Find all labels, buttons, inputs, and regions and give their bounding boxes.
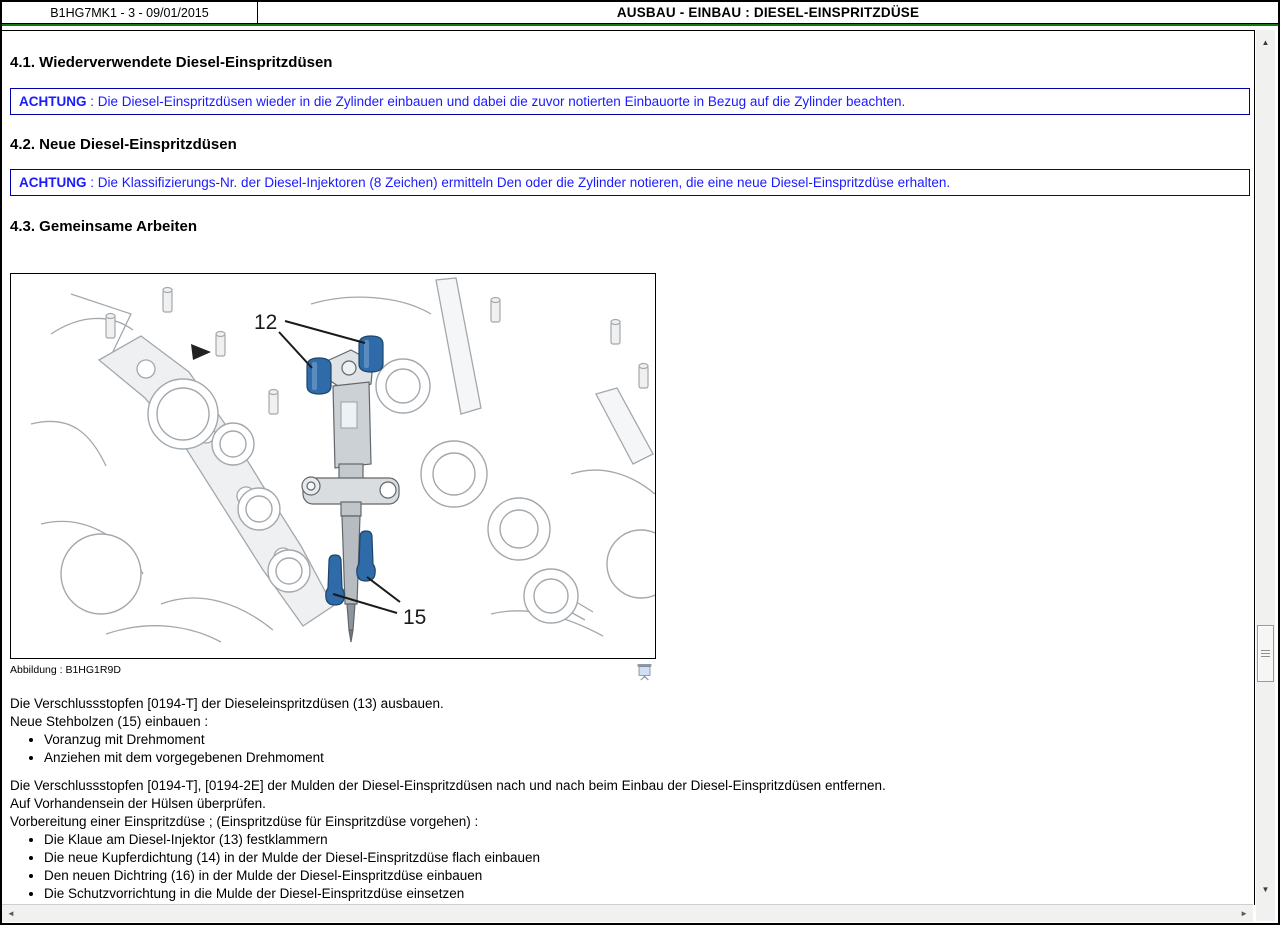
list-item: Die Klaue am Diesel-Injektor (13) festkl… bbox=[44, 831, 1254, 849]
warning-separator: : bbox=[87, 94, 98, 109]
paragraph: Die Verschlussstopfen [0194-T], [0194-2E… bbox=[10, 777, 1254, 795]
engine-illustration: 12 15 bbox=[11, 274, 655, 658]
warning-label: ACHTUNG bbox=[19, 175, 87, 190]
figure-engine-injector: 12 15 bbox=[10, 273, 656, 659]
figure-caption: Abbildung : B1HG1R9D bbox=[10, 663, 121, 677]
list-item: Den neuen Dichtring (16) in der Mulde de… bbox=[44, 867, 1254, 885]
document-pane: 4.1. Wiederverwendete Diesel-Einspritzdü… bbox=[2, 30, 1255, 905]
paragraph: Neue Stehbolzen (15) einbauen : bbox=[10, 713, 1254, 731]
engine-flag-detail bbox=[191, 344, 211, 360]
paragraph: Auf Vorhandensein der Hülsen überprüfen. bbox=[10, 795, 1254, 813]
warning-label: ACHTUNG bbox=[19, 94, 87, 109]
warning-text: Die Klassifizierungs-Nr. der Diesel-Inje… bbox=[98, 175, 950, 190]
page-title: AUSBAU - EINBAU : DIESEL-EINSPRITZDÜSE bbox=[258, 2, 1278, 23]
vertical-scrollbar[interactable]: ▲ ▼ bbox=[1256, 30, 1275, 921]
section-heading-4-2: 4.2. Neue Diesel-Einspritzdüsen bbox=[10, 136, 1254, 153]
list-item: Voranzug mit Drehmoment bbox=[44, 731, 1254, 749]
projector-screen-icon[interactable] bbox=[636, 663, 654, 686]
scroll-up-arrow-icon[interactable]: ▲ bbox=[1256, 38, 1275, 48]
warning-text: Die Diesel-Einspritzdüsen wieder in die … bbox=[98, 94, 906, 109]
document-reference: B1HG7MK1 - 3 - 09/01/2015 bbox=[2, 2, 258, 23]
callout-label-15: 15 bbox=[403, 606, 426, 629]
section-heading-4-3: 4.3. Gemeinsame Arbeiten bbox=[10, 218, 1254, 235]
scroll-down-arrow-icon[interactable]: ▼ bbox=[1256, 885, 1275, 895]
paragraph: Die Verschlussstopfen [0194-T] der Diese… bbox=[10, 695, 1254, 713]
engine-tubes bbox=[436, 278, 653, 464]
list-item: Anziehen mit dem vorgegebenen Drehmoment bbox=[44, 749, 1254, 767]
header-divider bbox=[2, 24, 1278, 26]
warning-separator: : bbox=[87, 175, 98, 190]
scroll-right-arrow-icon[interactable]: ► bbox=[1240, 905, 1248, 922]
callout-label-12: 12 bbox=[254, 311, 277, 334]
manual-viewer-window: B1HG7MK1 - 3 - 09/01/2015 AUSBAU - EINBA… bbox=[0, 0, 1280, 925]
scrollbar-grip-icon bbox=[1261, 650, 1270, 658]
warning-box-1: ACHTUNG : Die Diesel-Einspritzdüsen wied… bbox=[10, 88, 1250, 115]
bullet-list-stud-torque: Voranzug mit Drehmoment Anziehen mit dem… bbox=[10, 731, 1254, 767]
vertical-scrollbar-thumb[interactable] bbox=[1257, 625, 1274, 682]
section-heading-4-1: 4.1. Wiederverwendete Diesel-Einspritzdü… bbox=[10, 54, 1254, 71]
header-bar: B1HG7MK1 - 3 - 09/01/2015 AUSBAU - EINBA… bbox=[2, 2, 1278, 24]
warning-box-2: ACHTUNG : Die Klassifizierungs-Nr. der D… bbox=[10, 169, 1250, 196]
scroll-left-arrow-icon[interactable]: ◄ bbox=[7, 905, 15, 922]
paragraph: Vorbereitung einer Einspritzdüse ; (Eins… bbox=[10, 813, 1254, 831]
horizontal-scrollbar[interactable]: ◄ ► bbox=[2, 904, 1253, 922]
list-item: Die neue Kupferdichtung (14) in der Muld… bbox=[44, 849, 1254, 867]
bullet-list-injector-prep: Die Klaue am Diesel-Injektor (13) festkl… bbox=[10, 831, 1254, 903]
list-item: Die Schutzvorrichtung in die Mulde der D… bbox=[44, 885, 1254, 903]
